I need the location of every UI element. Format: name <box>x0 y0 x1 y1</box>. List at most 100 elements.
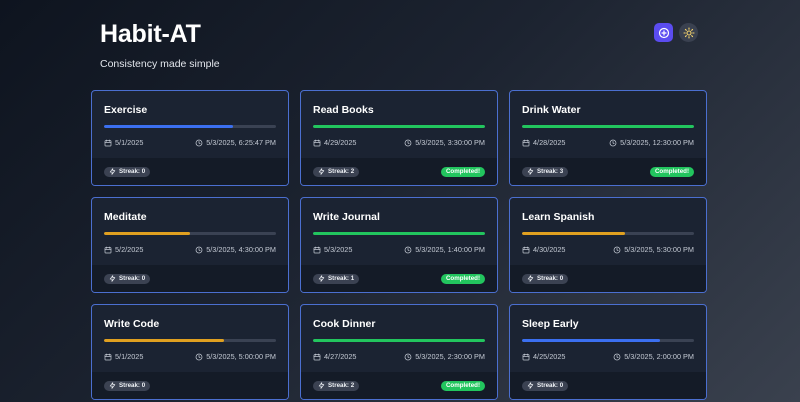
start-date: 5/1/2025 <box>104 352 143 361</box>
last-completed-text: 5/3/2025, 5:30:00 PM <box>624 245 694 254</box>
clock-icon <box>613 246 621 253</box>
card-body: Read Books 4/29/2025 5/3/2025, 3:30:00 P… <box>301 91 497 158</box>
start-date-text: 4/29/2025 <box>324 138 357 147</box>
habit-grid: Exercise 5/1/2025 5/3/2025, 6:25:47 PM S… <box>91 90 707 400</box>
progress-fill <box>313 125 485 128</box>
streak-badge: Streak: 1 <box>313 273 360 284</box>
lightning-icon <box>318 382 325 389</box>
habit-card-write-code[interactable]: Write Code 5/1/2025 5/3/2025, 5:00:00 PM <box>91 304 289 400</box>
last-completed: 5/3/2025, 4:30:00 PM <box>195 245 276 254</box>
progress-fill <box>522 339 660 342</box>
progress-fill <box>104 339 225 342</box>
start-date-text: 4/25/2025 <box>533 352 566 361</box>
last-completed-text: 5/3/2025, 6:25:47 PM <box>206 138 276 147</box>
habit-card-learn-spanish[interactable]: Learn Spanish 4/30/2025 5/3/2025, 5:30:0… <box>509 197 707 293</box>
clock-icon <box>613 353 621 360</box>
card-meta: 5/3/2025 5/3/2025, 1:40:00 PM <box>313 245 485 254</box>
habit-card-read-books[interactable]: Read Books 4/29/2025 5/3/2025, 3:30:00 P… <box>300 90 498 186</box>
card-footer: Streak: 0 <box>92 372 288 399</box>
streak-badge: Streak: 3 <box>522 166 569 177</box>
streak-text: Streak: 2 <box>328 382 355 389</box>
card-footer: Streak: 2 Completed! <box>301 158 497 185</box>
clock-icon <box>404 246 412 253</box>
last-completed: 5/3/2025, 6:25:47 PM <box>195 138 276 147</box>
habit-card-exercise[interactable]: Exercise 5/1/2025 5/3/2025, 6:25:47 PM S… <box>91 90 289 186</box>
calendar-icon <box>522 353 530 360</box>
last-completed: 5/3/2025, 2:30:00 PM <box>404 352 485 361</box>
habit-title: Drink Water <box>522 104 581 116</box>
app-page: Habit-AT Consistency made simple Exercis… <box>0 0 800 402</box>
streak-text: Streak: 0 <box>537 275 564 282</box>
progress-fill <box>522 125 694 128</box>
last-completed: 5/3/2025, 5:30:00 PM <box>613 245 694 254</box>
clock-icon <box>609 139 617 146</box>
card-footer: Streak: 3 Completed! <box>510 158 706 185</box>
card-body: Learn Spanish 4/30/2025 5/3/2025, 5:30:0… <box>510 198 706 265</box>
habit-card-cook-dinner[interactable]: Cook Dinner 4/27/2025 5/3/2025, 2:30:00 … <box>300 304 498 400</box>
card-body: Exercise 5/1/2025 5/3/2025, 6:25:47 PM <box>92 91 288 158</box>
card-meta: 5/1/2025 5/3/2025, 6:25:47 PM <box>104 138 276 147</box>
theme-toggle-button[interactable] <box>679 23 698 42</box>
sun-icon <box>682 26 695 39</box>
habit-title: Sleep Early <box>522 318 579 330</box>
start-date-text: 4/28/2025 <box>533 138 566 147</box>
habit-card-sleep-early[interactable]: Sleep Early 4/25/2025 5/3/2025, 2:00:00 … <box>509 304 707 400</box>
card-meta: 4/29/2025 5/3/2025, 3:30:00 PM <box>313 138 485 147</box>
streak-text: Streak: 3 <box>537 168 564 175</box>
clock-icon <box>404 353 412 360</box>
last-completed-text: 5/3/2025, 4:30:00 PM <box>206 245 276 254</box>
habit-title: Exercise <box>104 104 148 116</box>
habit-title: Read Books <box>313 104 374 116</box>
streak-text: Streak: 0 <box>537 382 564 389</box>
last-completed-text: 5/3/2025, 5:00:00 PM <box>206 352 276 361</box>
plus-circle-icon <box>658 27 669 38</box>
progress-bar <box>313 339 485 342</box>
streak-badge: Streak: 0 <box>104 166 151 177</box>
clock-icon <box>404 139 412 146</box>
habit-card-write-journal[interactable]: Write Journal 5/3/2025 5/3/2025, 1:40:00… <box>300 197 498 293</box>
streak-text: Streak: 0 <box>119 168 146 175</box>
habit-card-drink-water[interactable]: Drink Water 4/28/2025 5/3/2025, 12:30:00… <box>509 90 707 186</box>
card-footer: Streak: 0 <box>510 372 706 399</box>
card-body: Write Code 5/1/2025 5/3/2025, 5:00:00 PM <box>92 305 288 372</box>
header: Habit-AT Consistency made simple <box>100 20 220 70</box>
progress-bar <box>104 339 276 342</box>
start-date: 5/3/2025 <box>313 245 352 254</box>
completed-badge: Completed! <box>649 166 694 177</box>
card-footer: Streak: 2 Completed! <box>301 372 497 399</box>
app-title: Habit-AT <box>100 20 201 48</box>
add-habit-button[interactable] <box>654 23 673 42</box>
clock-icon <box>195 246 203 253</box>
calendar-icon <box>522 139 530 146</box>
lightning-icon <box>318 275 325 282</box>
habit-title: Write Code <box>104 318 160 330</box>
start-date-text: 5/1/2025 <box>115 352 144 361</box>
habit-card-meditate[interactable]: Meditate 5/2/2025 5/3/2025, 4:30:00 PM S… <box>91 197 289 293</box>
completed-badge: Completed! <box>440 380 485 391</box>
streak-badge: Streak: 2 <box>313 166 360 177</box>
start-date: 4/27/2025 <box>313 352 356 361</box>
start-date-text: 5/3/2025 <box>324 245 353 254</box>
card-meta: 4/30/2025 5/3/2025, 5:30:00 PM <box>522 245 694 254</box>
progress-bar <box>104 232 276 235</box>
progress-fill <box>522 232 626 235</box>
streak-text: Streak: 0 <box>119 275 146 282</box>
progress-fill <box>313 339 485 342</box>
lightning-icon <box>109 168 116 175</box>
card-body: Write Journal 5/3/2025 5/3/2025, 1:40:00… <box>301 198 497 265</box>
start-date: 4/25/2025 <box>522 352 565 361</box>
streak-text: Streak: 0 <box>119 382 146 389</box>
progress-bar <box>522 232 694 235</box>
progress-bar <box>104 125 276 128</box>
progress-bar <box>522 125 694 128</box>
last-completed-text: 5/3/2025, 1:40:00 PM <box>415 245 485 254</box>
start-date-text: 4/30/2025 <box>533 245 566 254</box>
app-subtitle: Consistency made simple <box>100 58 220 70</box>
start-date: 4/29/2025 <box>313 138 356 147</box>
clock-icon <box>195 353 203 360</box>
card-meta: 5/1/2025 5/3/2025, 5:00:00 PM <box>104 352 276 361</box>
streak-badge: Streak: 0 <box>104 273 151 284</box>
card-footer: Streak: 0 <box>92 158 288 185</box>
header-actions <box>654 23 698 42</box>
progress-fill <box>313 232 485 235</box>
